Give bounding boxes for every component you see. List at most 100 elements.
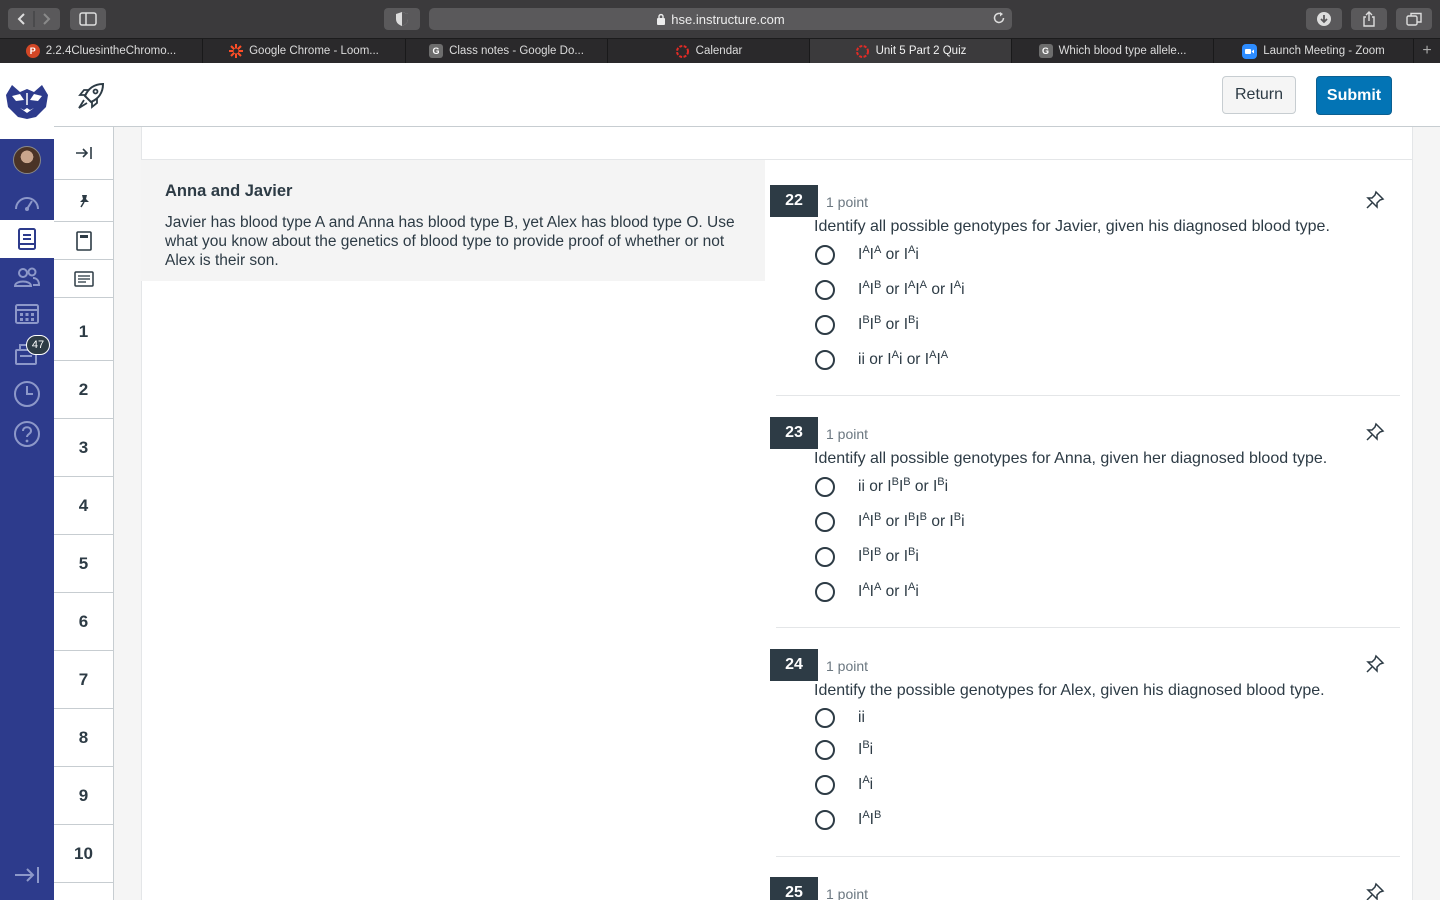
radio-button[interactable] [815, 477, 835, 497]
browser-tab-zoom[interactable]: Launch Meeting - Zoom [1214, 39, 1414, 63]
privacy-shield-icon[interactable] [384, 8, 420, 30]
dashboard-icon [15, 197, 39, 211]
answer-label: IAIB [858, 809, 882, 829]
sidebar-toggle-icon[interactable] [70, 8, 106, 30]
new-tab-icon[interactable]: + [1414, 39, 1440, 63]
school-logo[interactable] [0, 63, 54, 139]
collapse-nav-item[interactable] [0, 856, 54, 894]
submit-button[interactable]: Submit [1316, 76, 1392, 115]
radio-button[interactable] [815, 582, 835, 602]
help-icon [14, 421, 40, 447]
pinned-questions-button[interactable] [54, 180, 113, 222]
inbox-unread-badge: 47 [26, 335, 50, 355]
back-forward-buttons[interactable] [8, 8, 60, 30]
radio-button[interactable] [815, 708, 835, 728]
downloads-icon[interactable] [1306, 8, 1342, 30]
radio-button[interactable] [815, 512, 835, 532]
calendar-nav-item[interactable] [0, 294, 54, 332]
help-nav-item[interactable] [0, 415, 54, 453]
tabs-overview-icon[interactable] [1396, 8, 1432, 30]
return-button[interactable]: Return [1222, 76, 1296, 114]
radio-button[interactable] [815, 740, 835, 760]
question-nav-number: 8 [78, 727, 89, 747]
radio-button[interactable] [815, 280, 835, 300]
pin-question-icon[interactable] [1365, 190, 1385, 210]
avatar [13, 146, 41, 174]
radio-button[interactable] [815, 547, 835, 567]
question-number: 25 [770, 877, 818, 900]
question-nav-item[interactable]: 2 [54, 361, 113, 419]
question-nav-item[interactable]: 8 [54, 709, 113, 767]
question-nav-number: 1 [78, 321, 89, 341]
browser-tab-quiz[interactable]: Unit 5 Part 2 Quiz [810, 39, 1012, 63]
quiz-header: Return Submit [54, 63, 1440, 127]
notes-button[interactable] [54, 260, 113, 298]
browser-tab-blood-type[interactable]: G Which blood type allele... [1012, 39, 1214, 63]
question-text: Identify all possible genotypes for Javi… [814, 218, 1330, 235]
radio-button[interactable] [815, 775, 835, 795]
stimulus-body: Javier has blood type A and Anna has blo… [165, 214, 735, 269]
google-icon: G [429, 44, 444, 58]
divider [776, 395, 1400, 396]
history-nav-item[interactable] [0, 375, 54, 413]
back-icon[interactable] [8, 8, 60, 30]
question-navigation: 1 2 3 4 5 6 7 8 9 10 [54, 127, 114, 900]
question-text: Identify all possible genotypes for Anna… [814, 450, 1328, 467]
answer-label: IAIA or IAi [858, 581, 919, 601]
groups-nav-item[interactable] [0, 258, 54, 296]
browser-tab-calendar[interactable]: Calendar [608, 39, 810, 63]
question-nav-item[interactable]: 10 [54, 825, 113, 883]
dashboard-nav-item[interactable] [0, 183, 54, 221]
account-nav-item[interactable] [0, 141, 54, 179]
pin-question-icon[interactable] [1365, 882, 1385, 900]
pin-question-icon[interactable] [1365, 654, 1385, 674]
pin-question-icon[interactable] [1365, 422, 1385, 442]
radio-button[interactable] [815, 350, 835, 370]
browser-tab-loom[interactable]: Google Chrome - Loom... [203, 39, 406, 63]
divider [776, 856, 1400, 857]
answer-label: ii or IAi or IAIA [858, 349, 949, 369]
question-nav-item[interactable]: 4 [54, 477, 113, 535]
question-nav-item[interactable]: 9 [54, 767, 113, 825]
reload-icon[interactable] [992, 11, 1006, 25]
pin-icon [79, 194, 89, 207]
address-bar[interactable]: hse.instructure.com [429, 8, 1012, 30]
question-points: 1 point [826, 658, 869, 674]
question-nav-number: 7 [78, 669, 89, 689]
browser-tab-class-notes[interactable]: G Class notes - Google Do... [406, 39, 608, 63]
question-nav-number: 3 [78, 437, 89, 457]
rocket-icon [78, 82, 105, 109]
question-points: 1 point [826, 194, 869, 210]
expand-arrow-icon [75, 147, 92, 159]
answer-label: IAIB or IAIA or IAi [858, 279, 965, 299]
courses-nav-item[interactable] [0, 220, 54, 258]
share-icon[interactable] [1351, 8, 1387, 30]
answer-label: IAIB or IBIB or IBi [858, 511, 965, 531]
browser-tab-powerpoint[interactable]: P 2.2.4CluesintheChromo... [0, 39, 203, 63]
clock-icon [14, 381, 40, 407]
question-nav-item[interactable]: 6 [54, 593, 113, 651]
question-number: 22 [770, 185, 818, 217]
answer-label: IAi [858, 774, 874, 794]
question-nav-number: 9 [78, 785, 89, 805]
global-navigation: 47 [0, 63, 54, 900]
radio-button[interactable] [815, 315, 835, 335]
tab-label: Calendar [695, 45, 743, 57]
expand-question-nav-button[interactable] [54, 127, 113, 180]
loom-icon [229, 44, 244, 58]
question-nav-item[interactable]: 5 [54, 535, 113, 593]
question-nav-number: 4 [78, 495, 89, 515]
calculator-button[interactable] [54, 222, 113, 260]
radio-button[interactable] [815, 810, 835, 830]
question-nav-item[interactable]: 1 [54, 303, 113, 361]
canvas-icon [675, 44, 689, 58]
question-nav-number: 10 [74, 843, 93, 863]
google-icon: G [1038, 44, 1053, 58]
divider [776, 627, 1400, 628]
question-nav-item[interactable]: 7 [54, 651, 113, 709]
question-nav-item[interactable]: 3 [54, 419, 113, 477]
stimulus-panel: Anna and Javier Javier has blood type A … [141, 160, 765, 281]
notes-icon [73, 270, 94, 287]
radio-button[interactable] [815, 245, 835, 265]
calculator-icon [75, 230, 92, 251]
